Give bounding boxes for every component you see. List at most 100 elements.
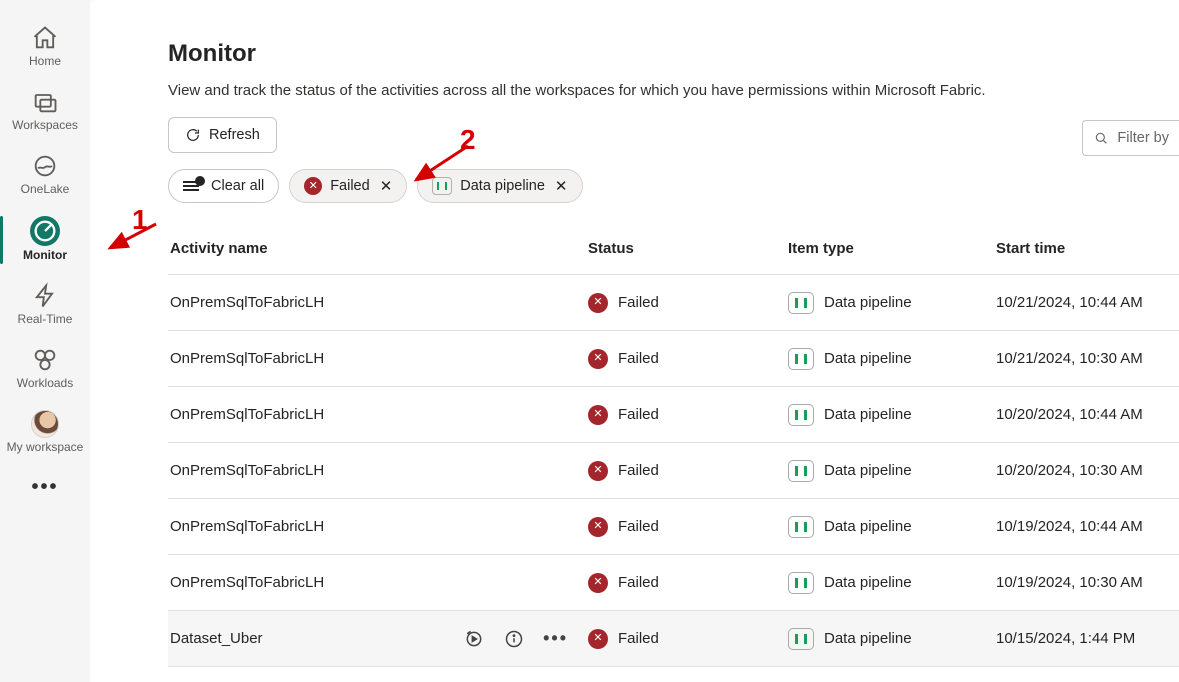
activities-table: Activity name Status Item type Start tim… [168, 223, 1179, 667]
status-text: Failed [618, 574, 659, 591]
monitor-icon [30, 216, 60, 246]
search-icon [1093, 130, 1109, 146]
data-pipeline-icon [788, 348, 814, 370]
cell-start-time: 10/20/2024, 10:30 AM [996, 462, 1179, 479]
failed-icon: ✕ [588, 349, 608, 369]
cell-activity-name[interactable]: OnPremSqlToFabricLH [168, 462, 588, 479]
close-icon[interactable]: ✕ [380, 177, 393, 195]
cell-item-type: Data pipeline [788, 348, 996, 370]
cell-activity-name[interactable]: OnPremSqlToFabricLH [168, 350, 588, 367]
cell-status: ✕Failed [588, 517, 788, 537]
cell-start-time: 10/15/2024, 1:44 PM [996, 630, 1179, 647]
failed-icon: ✕ [588, 293, 608, 313]
sidebar-item-workloads[interactable]: Workloads [0, 340, 90, 398]
failed-icon: ✕ [588, 629, 608, 649]
activity-name-text: OnPremSqlToFabricLH [170, 574, 324, 591]
sidebar-more-icon[interactable]: ••• [31, 468, 58, 507]
clear-filter-icon: ✕ [183, 179, 203, 193]
col-start-time[interactable]: Start time [996, 240, 1179, 257]
cell-activity-name[interactable]: Dataset_Uber ••• [168, 628, 588, 650]
failed-icon: ✕ [304, 177, 322, 195]
table-row[interactable]: OnPremSqlToFabricLH✕ Failed Data pipeline1… [168, 387, 1179, 443]
failed-icon: ✕ [588, 461, 608, 481]
status-text: Failed [618, 518, 659, 535]
cell-activity-name[interactable]: OnPremSqlToFabricLH [168, 518, 588, 535]
cell-activity-name[interactable]: OnPremSqlToFabricLH [168, 574, 588, 591]
cell-status: ✕ Failed [588, 573, 788, 593]
close-icon[interactable]: ✕ [555, 177, 568, 195]
failed-icon: ✕ [588, 573, 608, 593]
home-icon [31, 24, 59, 52]
filter-chip-failed[interactable]: ✕ Failed ✕ [289, 169, 407, 203]
sidebar-item-realtime[interactable]: Real-Time [0, 276, 90, 334]
filter-chip-data-pipeline[interactable]: Data pipeline ✕ [417, 169, 582, 203]
cell-status: ✕ Failed [588, 293, 788, 313]
item-type-text: Data pipeline [824, 462, 912, 479]
activity-name-text: OnPremSqlToFabricLH [170, 350, 324, 367]
sidebar-item-label: Workspaces [12, 118, 78, 132]
item-type-text: Data pipeline [824, 630, 912, 647]
col-status[interactable]: Status [588, 240, 788, 257]
cell-item-type: Data pipeline [788, 628, 996, 650]
realtime-icon [31, 282, 59, 310]
sidebar-item-my-workspace[interactable]: My workspace [0, 404, 90, 462]
status-text: Failed [618, 294, 659, 311]
data-pipeline-icon [788, 628, 814, 650]
table-row[interactable]: OnPremSqlToFabricLH✕FailedData pipeline1… [168, 331, 1179, 387]
sidebar-item-label: OneLake [21, 182, 70, 196]
workspaces-icon [31, 88, 59, 116]
status-text: Failed [618, 350, 659, 367]
refresh-label: Refresh [209, 127, 260, 143]
item-type-text: Data pipeline [824, 574, 912, 591]
sidebar-item-workspaces[interactable]: Workspaces [0, 82, 90, 140]
annotation-arrow-1 [102, 218, 162, 258]
toolbar: Refresh [168, 117, 1179, 153]
filter-chip-label: Data pipeline [460, 178, 545, 194]
sidebar-item-home[interactable]: Home [0, 18, 90, 76]
avatar-icon [31, 410, 59, 438]
col-item-type[interactable]: Item type [788, 240, 996, 257]
refresh-icon [185, 127, 201, 143]
cell-activity-name[interactable]: OnPremSqlToFabricLH [168, 294, 588, 311]
cell-activity-name[interactable]: OnPremSqlToFabricLH [168, 406, 588, 423]
data-pipeline-icon [788, 404, 814, 426]
item-type-text: Data pipeline [824, 294, 912, 311]
data-pipeline-icon [788, 292, 814, 314]
status-text: Failed [618, 462, 659, 479]
page-title: Monitor [168, 40, 1179, 68]
cell-start-time: 10/21/2024, 10:44 AM [996, 294, 1179, 311]
cell-item-type: Data pipeline [788, 572, 996, 594]
table-row[interactable]: OnPremSqlToFabricLH✕ Failed Data pipeline 1… [168, 275, 1179, 331]
data-pipeline-icon [788, 516, 814, 538]
cell-item-type: Data pipeline [788, 292, 996, 314]
cell-item-type: Data pipeline [788, 516, 996, 538]
page-subtitle: View and track the status of the activit… [168, 82, 1179, 99]
activity-name-text: Dataset_Uber [170, 630, 263, 647]
col-activity-name[interactable]: Activity name [168, 240, 588, 257]
filter-input[interactable]: Filter by [1082, 120, 1179, 156]
table-row[interactable]: Dataset_Uber ••• ✕ Failed Data pipeline 10/15… [168, 611, 1179, 667]
cell-item-type: Data pipeline [788, 404, 996, 426]
more-actions-icon[interactable]: ••• [543, 628, 568, 649]
info-icon[interactable] [503, 628, 525, 650]
filter-placeholder: Filter by [1117, 130, 1169, 146]
refresh-button[interactable]: Refresh [168, 117, 277, 153]
status-text: Failed [618, 630, 659, 647]
item-type-text: Data pipeline [824, 518, 912, 535]
cell-start-time: 10/20/2024, 10:44 AM [996, 406, 1179, 423]
sidebar-item-onelake[interactable]: OneLake [0, 146, 90, 204]
sidebar-item-monitor[interactable]: Monitor [0, 210, 90, 270]
data-pipeline-icon [788, 572, 814, 594]
filter-chipbar: ✕ Clear all ✕ Failed ✕ Data pipeline ✕ [168, 169, 1179, 203]
table-row[interactable]: OnPremSqlToFabricLH✕Failed Data pipeline 1… [168, 499, 1179, 555]
table-row[interactable]: OnPremSqlToFabricLH✕ Failed Data pipeline 1… [168, 443, 1179, 499]
status-text: Failed [618, 406, 659, 423]
sidebar-item-label: Real-Time [18, 312, 73, 326]
table-header: Activity name Status Item type Start tim… [168, 223, 1179, 275]
table-row[interactable]: OnPremSqlToFabricLH✕FailedData pipeline1… [168, 555, 1179, 611]
clear-all-button[interactable]: ✕ Clear all [168, 169, 279, 203]
failed-icon: ✕ [588, 405, 608, 425]
sidebar: Home Workspaces OneLake Monitor Real-Tim [0, 0, 90, 682]
cell-start-time: 10/19/2024, 10:44 AM [996, 518, 1179, 535]
rerun-icon[interactable] [463, 628, 485, 650]
